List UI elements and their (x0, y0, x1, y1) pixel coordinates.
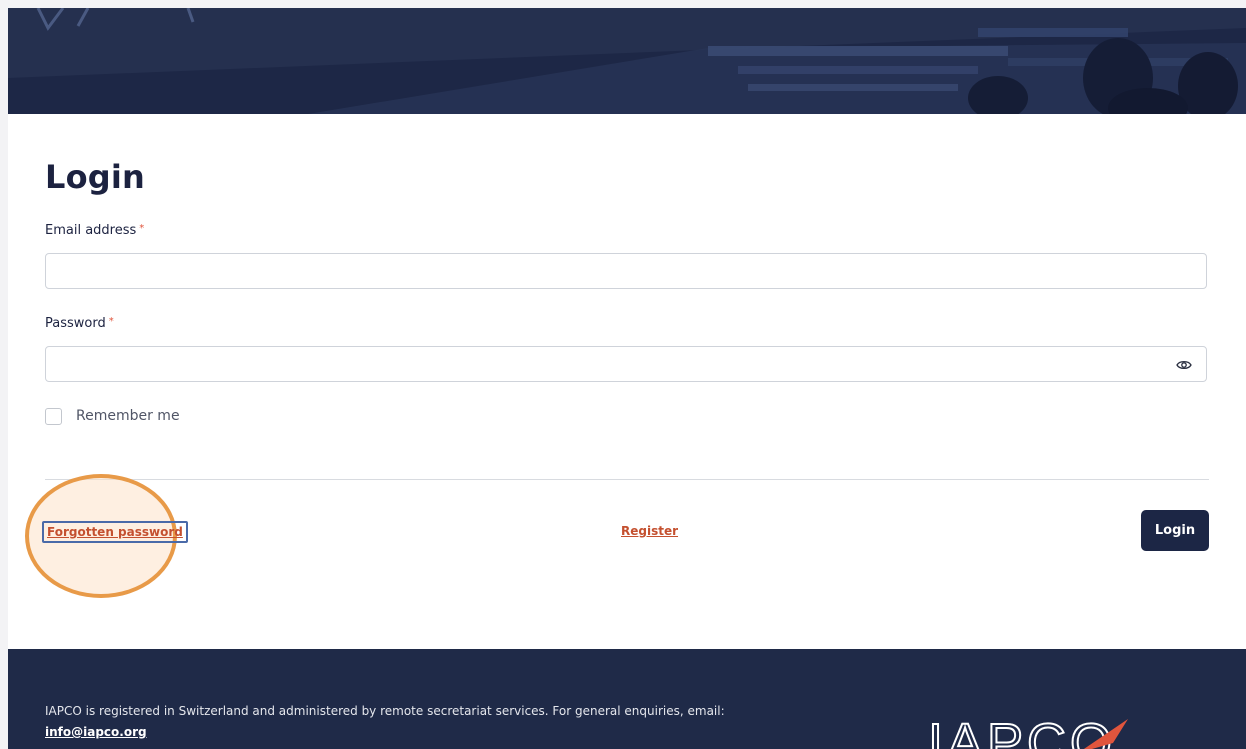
email-label-text: Email address (45, 223, 137, 238)
footer-text: IAPCO is registered in Switzerland and a… (45, 704, 725, 718)
required-marker: * (108, 316, 114, 327)
forgotten-password-link[interactable]: Forgotten password (42, 521, 188, 543)
remember-me-label: Remember me (76, 408, 180, 424)
footer-email-link[interactable]: info@iapco.org (45, 725, 147, 739)
iapco-logo: IAPCO (928, 713, 1128, 749)
hero-image (8, 8, 1246, 114)
svg-text:IAPCO: IAPCO (928, 713, 1116, 749)
required-marker: * (139, 223, 145, 234)
page-title: Login (45, 158, 146, 196)
email-label: Email address * (45, 223, 144, 238)
page-frame: Login Email address * Password * Remember … (8, 8, 1246, 749)
password-label-text: Password (45, 316, 106, 331)
footer: IAPCO is registered in Switzerland and a… (8, 649, 1246, 749)
remember-me-checkbox[interactable] (45, 408, 62, 425)
password-field[interactable] (45, 346, 1207, 382)
password-label: Password * (45, 316, 114, 331)
eye-icon[interactable] (1176, 358, 1192, 370)
login-button[interactable]: Login (1141, 510, 1209, 551)
email-field[interactable] (45, 253, 1207, 289)
divider (45, 479, 1209, 480)
register-link[interactable]: Register (621, 524, 678, 538)
hero-banner (8, 8, 1246, 114)
